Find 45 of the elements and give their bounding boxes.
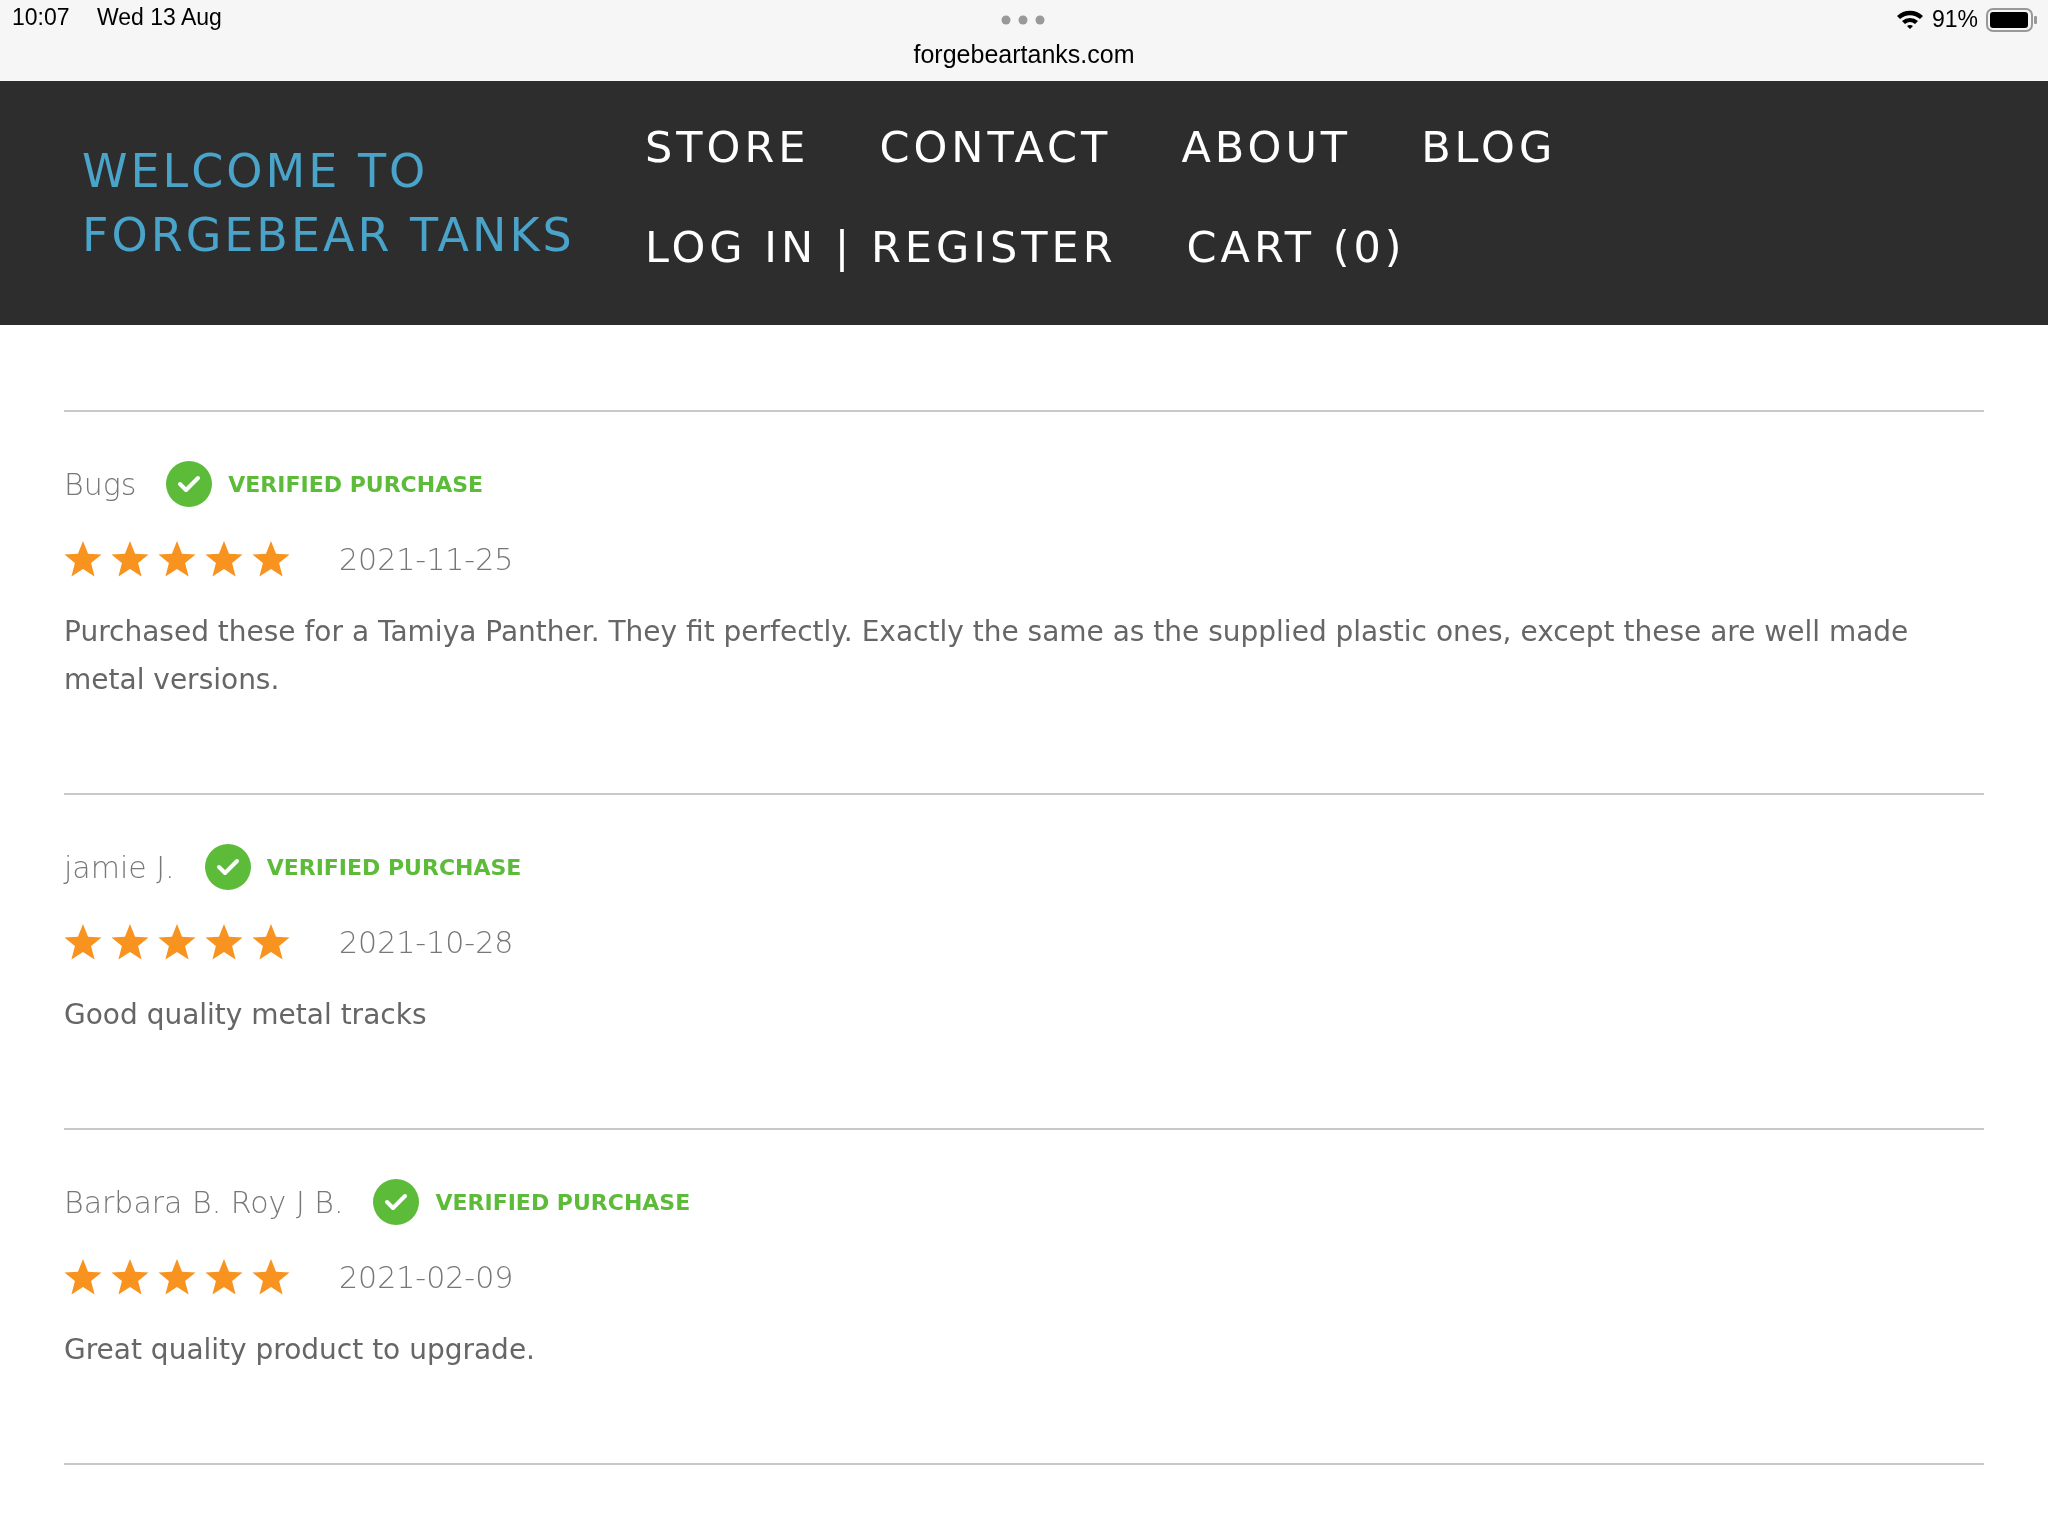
review-text: Great quality product to upgrade. (64, 1332, 536, 1368)
star-icon (111, 1258, 149, 1296)
star-icon (205, 1258, 243, 1296)
star-icon (158, 923, 196, 961)
check-icon (204, 844, 251, 890)
reviewer-name: Barbara B. Roy J B. (64, 1184, 344, 1220)
star-icon (252, 540, 290, 578)
review-date: 2021-11-25 (339, 541, 514, 577)
review-date: 2021-10-28 (339, 924, 514, 960)
star-icon (205, 540, 243, 578)
review-date: 2021-02-09 (339, 1259, 514, 1295)
nav-link[interactable]: STORE (645, 111, 810, 183)
more-icon[interactable] (1001, 15, 1045, 25)
verified-label: VERIFIED PURCHASE (435, 1189, 691, 1215)
site-title[interactable]: WELCOME TO (82, 139, 645, 203)
star-icon (205, 923, 243, 961)
nav-link[interactable]: CART (0) (1186, 211, 1406, 283)
status-time: 10:07 (12, 4, 70, 31)
check-icon (166, 461, 213, 507)
star-icon (158, 540, 196, 578)
wifi-icon (1895, 9, 1924, 30)
check-icon (373, 1179, 420, 1225)
url-text[interactable]: forgebeartanks.com (913, 40, 1135, 68)
nav-link[interactable]: LOG IN | REGISTER (645, 211, 1117, 283)
review-text: Good quality metal tracks (64, 997, 428, 1033)
battery-percent: 91% (1931, 6, 1978, 33)
nav-link[interactable]: ABOUT (1181, 111, 1352, 183)
review-text: Purchased these for a Tamiya Panther. They fit perfectly. Exactly the same as the supplied plastic ones, except these are well made metal versions. (64, 614, 1910, 698)
star-icon (111, 540, 149, 578)
star-icon (111, 923, 149, 961)
star-icon (64, 1258, 102, 1296)
battery-icon (1986, 7, 2038, 32)
star-icon (64, 540, 102, 578)
reviewer-name: Bugs (64, 466, 137, 502)
star-icon (158, 1258, 196, 1296)
reviewer-name: jamie J. (64, 849, 175, 885)
nav-link[interactable]: BLOG (1421, 111, 1557, 183)
star-icon (252, 1258, 290, 1296)
status-date: Wed 13 Aug (97, 4, 222, 31)
verified-label: VERIFIED PURCHASE (266, 854, 522, 880)
nav-link[interactable]: CONTACT (879, 111, 1112, 183)
site-title[interactable]: FORGEBEAR TANKS (82, 203, 645, 267)
verified-label: VERIFIED PURCHASE (228, 471, 484, 497)
star-icon (64, 923, 102, 961)
star-icon (252, 923, 290, 961)
